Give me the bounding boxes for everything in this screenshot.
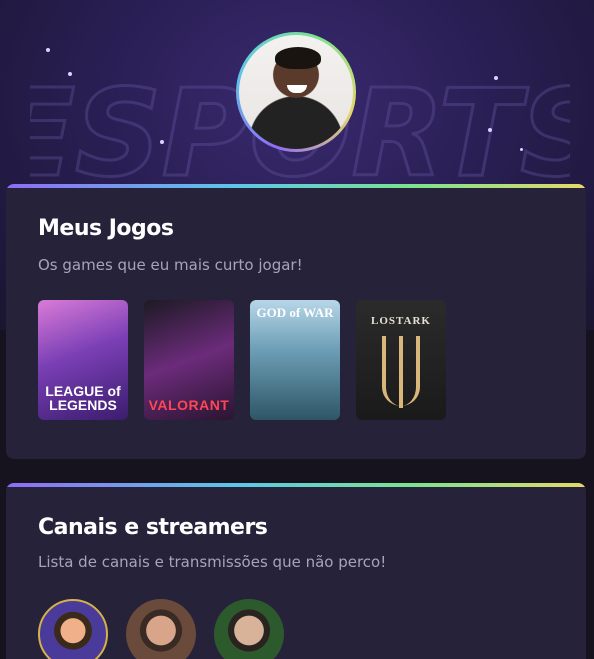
streamer-avatar-2[interactable] xyxy=(126,599,196,659)
profile-avatar[interactable] xyxy=(236,32,356,152)
games-card: Meus Jogos Os games que eu mais curto jo… xyxy=(6,184,586,459)
games-title: Meus Jogos xyxy=(38,216,174,241)
streamers-list xyxy=(38,599,284,659)
games-subtitle: Os games que eu mais curto jogar! xyxy=(38,256,303,274)
profile-photo xyxy=(239,35,353,149)
star-icon xyxy=(494,76,498,80)
streamers-card: Canais e streamers Lista de canais e tra… xyxy=(6,483,586,659)
game-label: LOSTARK xyxy=(371,315,431,327)
lostark-emblem-icon xyxy=(382,336,420,408)
star-icon xyxy=(488,128,492,132)
game-league-of-legends[interactable]: LEAGUE of LEGENDS xyxy=(38,300,128,420)
game-label: GOD of WAR xyxy=(256,305,334,320)
star-icon xyxy=(520,148,523,151)
star-icon xyxy=(160,140,164,144)
games-list: LEAGUE of LEGENDS VALORANT GOD of WAR LO… xyxy=(38,300,446,420)
star-icon xyxy=(46,48,50,52)
game-valorant[interactable]: VALORANT xyxy=(144,300,234,420)
game-lost-ark[interactable]: LOSTARK xyxy=(356,300,446,420)
streamer-avatar-3[interactable] xyxy=(214,599,284,659)
streamers-subtitle: Lista de canais e transmissões que não p… xyxy=(38,553,387,571)
game-label: VALORANT xyxy=(148,397,230,413)
game-god-of-war[interactable]: GOD of WAR xyxy=(250,300,340,420)
star-icon xyxy=(68,72,72,76)
streamer-avatar-1[interactable] xyxy=(38,599,108,659)
game-label: LEAGUE of LEGENDS xyxy=(45,383,121,413)
streamers-title: Canais e streamers xyxy=(38,515,268,540)
